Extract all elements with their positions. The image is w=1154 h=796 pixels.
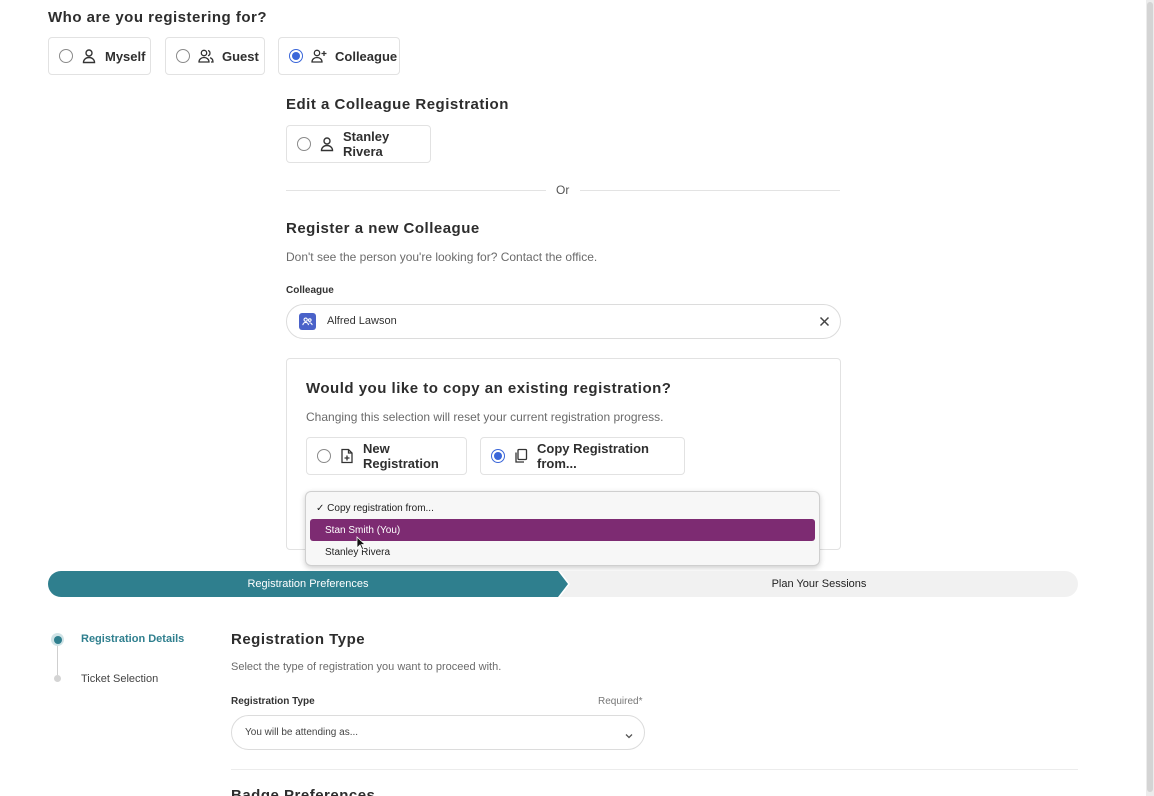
option-label: Colleague (335, 48, 398, 64)
progress-step-plan-sessions[interactable]: Plan Your Sessions (560, 571, 1078, 597)
page-scrollbar[interactable] (1146, 0, 1154, 796)
divider-left (286, 190, 546, 191)
add-person-icon (311, 48, 327, 64)
colleague-select[interactable]: Alfred Lawson (286, 304, 841, 339)
people-icon (198, 48, 214, 64)
copy-panel-hint: Changing this selection will reset your … (306, 410, 664, 424)
radio-button-selected[interactable] (491, 449, 505, 463)
dropdown-item-stanley-rivera[interactable]: Stanley Rivera (310, 541, 815, 563)
registration-type-field-label: Registration Type (231, 696, 315, 707)
colleague-value: Alfred Lawson (327, 315, 397, 327)
option-label: Copy Registration from... (537, 441, 649, 471)
copy-panel-title: Would you like to copy an existing regis… (306, 380, 672, 397)
register-new-title: Register a new Colleague (286, 220, 480, 237)
progress-step-label: Plan Your Sessions (771, 578, 867, 590)
registration-type-title: Registration Type (231, 631, 366, 648)
register-new-hint: Don't see the person you're looking for?… (286, 250, 598, 264)
step-active-dot (51, 633, 64, 646)
person-icon (81, 48, 97, 64)
registration-type-placeholder: You will be attending as... (245, 727, 359, 738)
radio-guest[interactable]: Guest (165, 37, 265, 75)
dropdown-header-item[interactable]: ✓ Copy registration from... (310, 497, 815, 519)
colleague-field-label: Colleague (286, 285, 334, 296)
radio-button[interactable] (176, 49, 190, 63)
person-icon (319, 136, 335, 152)
side-step-registration-details[interactable]: Registration Details (81, 633, 184, 645)
clear-icon[interactable] (816, 313, 832, 329)
new-document-icon (339, 448, 355, 464)
registration-type-select[interactable]: You will be attending as... (231, 715, 645, 750)
radio-myself[interactable]: Myself (48, 37, 151, 75)
option-label: Stanley Rivera (343, 129, 390, 159)
radio-colleague[interactable]: Colleague (278, 37, 400, 75)
step-inactive-dot (54, 675, 61, 682)
radio-button[interactable] (297, 137, 311, 151)
required-indicator: Required* (598, 696, 643, 707)
who-title: Who are you registering for? (48, 9, 268, 26)
radio-button[interactable] (59, 49, 73, 63)
copy-icon (513, 448, 529, 464)
progress-step-registration-preferences[interactable]: Registration Preferences (48, 571, 568, 597)
section-divider (231, 769, 1078, 770)
option-label: Guest (222, 48, 259, 64)
radio-stanley-rivera[interactable]: Stanley Rivera (286, 125, 431, 163)
radio-new-registration[interactable]: New Registration (306, 437, 467, 475)
option-label: New Registration (363, 441, 439, 471)
side-step-ticket-selection[interactable]: Ticket Selection (81, 673, 158, 685)
registration-type-hint: Select the type of registration you want… (231, 661, 502, 673)
badge-preferences-title: Badge Preferences (231, 787, 376, 796)
or-divider-text: Or (556, 183, 570, 197)
colleague-avatar-icon (299, 313, 316, 330)
radio-copy-registration[interactable]: Copy Registration from... (480, 437, 685, 475)
chevron-down-icon (624, 728, 634, 739)
option-label: Myself (105, 48, 146, 64)
scrollbar-thumb[interactable] (1147, 2, 1153, 792)
progress-step-label: Registration Preferences (247, 578, 369, 590)
copy-from-dropdown[interactable]: ✓ Copy registration from... Stan Smith (… (305, 491, 820, 566)
next-section-title-clipped: Badge Preferences (231, 787, 375, 796)
radio-button[interactable] (317, 449, 331, 463)
radio-button-selected[interactable] (289, 49, 303, 63)
divider-right (580, 190, 840, 191)
edit-title: Edit a Colleague Registration (286, 96, 509, 113)
dropdown-item-stan-smith[interactable]: Stan Smith (You) (310, 519, 815, 541)
step-connector-line (57, 645, 58, 679)
mouse-cursor-icon (356, 536, 367, 551)
